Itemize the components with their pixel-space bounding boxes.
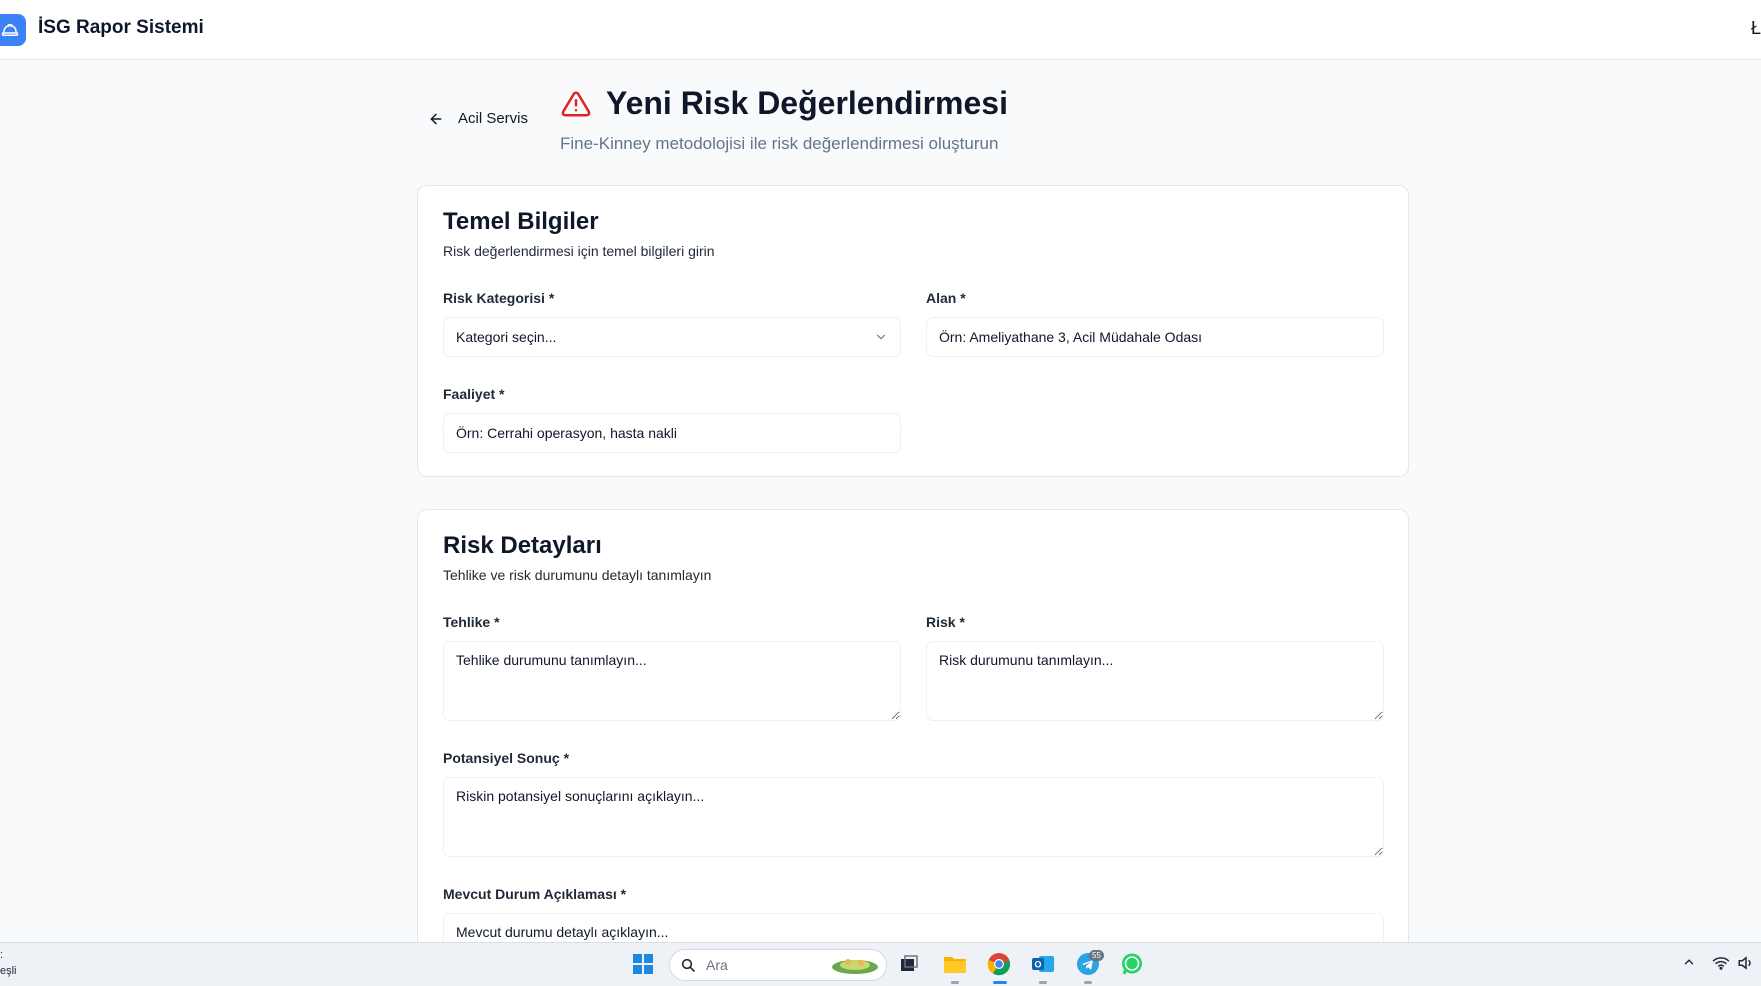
hard-hat-logo-icon	[0, 14, 26, 46]
basic-info-card: Temel Bilgiler Risk değerlendirmesi için…	[417, 185, 1409, 477]
risk-category-label: Risk Kategorisi *	[443, 290, 555, 306]
hazard-label: Tehlike *	[443, 614, 500, 630]
wifi-icon[interactable]	[1712, 955, 1730, 974]
app-title: İSG Rapor Sistemi	[38, 17, 204, 38]
telegram-running-indicator	[1084, 981, 1092, 984]
svg-text:O: O	[1034, 960, 1041, 970]
task-view-icon[interactable]	[896, 951, 922, 977]
outlook-running-indicator	[1039, 981, 1047, 984]
page-subtitle: Fine-Kinney metodolojisi ile risk değerl…	[560, 134, 999, 153]
risk-details-description: Tehlike ve risk durumunu detaylı tanımla…	[443, 567, 712, 583]
taskbar-widget-top: :	[0, 949, 4, 961]
back-button-label: Acil Servis	[458, 110, 529, 127]
basic-info-title: Temel Bilgiler	[443, 208, 599, 235]
taskbar-widget-bottom: eşli	[0, 965, 17, 977]
top-header: İSG Rapor Sistemi Ł	[0, 0, 1761, 60]
main-content: Acil Servis Yeni Risk Değerlendirmesi Fi…	[0, 60, 1761, 969]
activity-input[interactable]	[443, 413, 901, 453]
back-button[interactable]: Acil Servis	[428, 110, 528, 127]
whatsapp-icon[interactable]	[1119, 951, 1145, 977]
hazard-textarea[interactable]	[443, 641, 901, 721]
volume-icon[interactable]	[1737, 955, 1755, 974]
risk-category-value: Kategori seçin...	[456, 329, 557, 345]
header-right-glyph: Ł	[1750, 18, 1761, 38]
search-icon	[681, 958, 695, 972]
current-status-label: Mevcut Durum Açıklaması *	[443, 886, 627, 902]
risk-details-title: Risk Detayları	[443, 532, 602, 559]
search-highlight-icon	[832, 959, 878, 974]
taskbar-widget[interactable]: : eşli	[0, 947, 17, 979]
arrow-left-icon	[430, 113, 442, 124]
chrome-active-indicator	[993, 981, 1007, 984]
outlook-icon[interactable]: O	[1030, 951, 1056, 977]
chrome-icon[interactable]	[986, 951, 1012, 977]
risk-label: Risk *	[926, 614, 965, 630]
consequence-textarea[interactable]	[443, 777, 1384, 857]
windows-start-icon[interactable]	[630, 951, 656, 977]
telegram-badge: 55	[1089, 950, 1104, 961]
page-title: Yeni Risk Değerlendirmesi	[606, 85, 1008, 121]
area-input[interactable]	[926, 317, 1384, 357]
taskbar-search[interactable]: Ara	[669, 949, 887, 981]
risk-category-select[interactable]: Kategori seçin...	[443, 317, 901, 357]
risk-textarea[interactable]	[926, 641, 1384, 721]
consequence-label: Potansiyel Sonuç *	[443, 750, 570, 766]
file-explorer-icon[interactable]	[942, 951, 968, 977]
os-taskbar: : eşli Ara O 55	[0, 942, 1761, 986]
area-label: Alan *	[926, 290, 966, 306]
warning-triangle-icon	[561, 90, 591, 116]
search-placeholder: Ara	[706, 957, 728, 973]
page-header: Yeni Risk Değerlendirmesi Fine-Kinney me…	[560, 85, 1008, 154]
chevron-up-icon[interactable]	[1682, 955, 1696, 972]
basic-info-description: Risk değerlendirmesi için temel bilgiler…	[443, 243, 715, 259]
activity-label: Faaliyet *	[443, 386, 505, 402]
explorer-running-indicator	[951, 981, 959, 984]
chevron-down-icon	[876, 334, 886, 340]
risk-details-card: Risk Detayları Tehlike ve risk durumunu …	[417, 509, 1409, 969]
